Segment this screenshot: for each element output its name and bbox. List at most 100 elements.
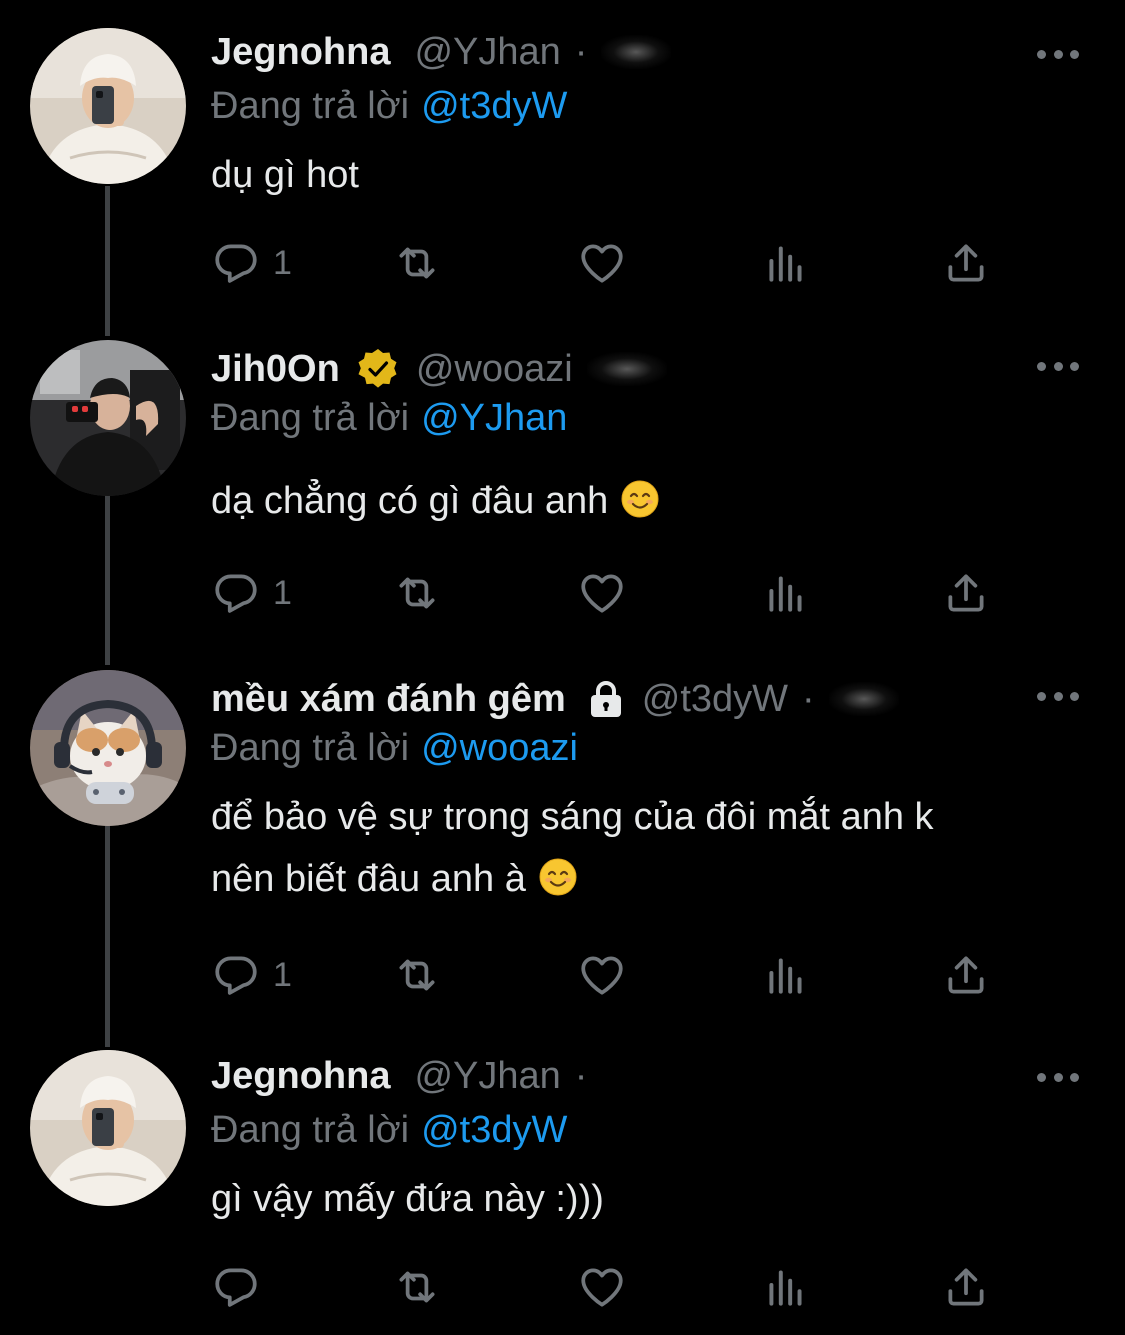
- avatar[interactable]: [30, 1050, 186, 1206]
- views-icon: [761, 238, 811, 288]
- views-icon: [761, 1262, 811, 1312]
- heart-icon: [577, 1262, 627, 1312]
- like-button[interactable]: [577, 238, 627, 288]
- retweet-button[interactable]: [392, 238, 442, 288]
- retweet-icon: [392, 1262, 442, 1312]
- tweet-text-line: dụ gì hot: [211, 154, 359, 196]
- avatar[interactable]: [30, 340, 186, 496]
- share-button[interactable]: [941, 568, 991, 618]
- display-name[interactable]: Jegnohna: [211, 1050, 390, 1102]
- like-button[interactable]: [577, 1262, 627, 1312]
- like-button[interactable]: [577, 568, 627, 618]
- reply-prefix: Đang trả lời: [211, 727, 410, 769]
- views-button[interactable]: [761, 568, 811, 618]
- retweet-icon: [392, 568, 442, 618]
- action-bar: [211, 1262, 1011, 1312]
- tweet-text-line: gì vậy mấy đứa này :))): [211, 1178, 604, 1220]
- separator-dot: ·: [574, 31, 588, 73]
- display-name[interactable]: Jegnohna: [211, 26, 390, 78]
- more-icon[interactable]: [1037, 690, 1079, 702]
- heart-icon: [577, 238, 627, 288]
- reply-icon: [211, 950, 261, 1000]
- reply-prefix: Đang trả lời: [211, 85, 410, 127]
- verified-icon[interactable]: [356, 347, 400, 391]
- display-name[interactable]: mều xám đánh gêm: [211, 673, 566, 725]
- separator-dot: ·: [574, 1055, 588, 1097]
- reply-count: 1: [273, 573, 292, 612]
- action-bar: 1: [211, 568, 1011, 618]
- share-icon: [941, 238, 991, 288]
- replying-to: Đang trả lời @YJhan: [211, 392, 567, 444]
- share-icon: [941, 950, 991, 1000]
- redacted-timestamp: [586, 352, 667, 386]
- reply-count: 1: [273, 955, 292, 994]
- user-handle[interactable]: @wooazi: [416, 343, 573, 395]
- reply-icon: [211, 1262, 261, 1312]
- more-icon[interactable]: [1037, 1071, 1079, 1083]
- retweet-button[interactable]: [392, 1262, 442, 1312]
- tweet-text: dạ chẳng có gì đâu anh: [211, 470, 1081, 532]
- smiling-face-emoji: [538, 857, 578, 897]
- share-icon: [941, 1262, 991, 1312]
- tweet-header: Jegnohna @YJhan ·: [211, 26, 1035, 78]
- avatar[interactable]: [30, 28, 186, 184]
- reply-button[interactable]: 1: [211, 238, 292, 288]
- user-handle[interactable]: @YJhan: [414, 1050, 560, 1102]
- user-handle[interactable]: @YJhan: [414, 26, 560, 78]
- reply-mention[interactable]: @YJhan: [421, 397, 567, 439]
- tweet[interactable]: Jegnohna @YJhan · Đang trả lời @t3dyW gì …: [0, 1040, 1125, 1335]
- like-button[interactable]: [577, 950, 627, 1000]
- reply-button[interactable]: [211, 1262, 273, 1312]
- more-icon[interactable]: [1037, 360, 1079, 372]
- reply-button[interactable]: 1: [211, 568, 292, 618]
- reply-prefix: Đang trả lời: [211, 1109, 410, 1151]
- avatar[interactable]: [30, 670, 186, 826]
- reply-count: 1: [273, 243, 292, 282]
- reply-prefix: Đang trả lời: [211, 397, 410, 439]
- retweet-button[interactable]: [392, 950, 442, 1000]
- replying-to: Đang trả lời @t3dyW: [211, 1104, 567, 1156]
- redacted-timestamp: [601, 35, 672, 69]
- tweet-text: để bảo vệ sự trong sáng của đôi mắt anh …: [211, 786, 1081, 910]
- retweet-icon: [392, 950, 442, 1000]
- reply-mention[interactable]: @t3dyW: [421, 85, 567, 127]
- reply-mention[interactable]: @wooazi: [421, 727, 578, 769]
- tweet-header: Jih0On @wooazi: [211, 343, 1035, 395]
- separator-dot: ·: [802, 678, 815, 720]
- tweet-header: Jegnohna @YJhan ·: [211, 1050, 1035, 1102]
- reply-mention[interactable]: @t3dyW: [421, 1109, 567, 1151]
- more-icon[interactable]: [1037, 48, 1079, 60]
- share-icon: [941, 568, 991, 618]
- heart-icon: [577, 568, 627, 618]
- lock-icon: [590, 681, 621, 717]
- tweet-header: mều xám đánh gêm @t3dyW ·: [211, 673, 1035, 725]
- tweet-text-line: dạ chẳng có gì đâu anh: [211, 480, 609, 522]
- reply-button[interactable]: 1: [211, 950, 292, 1000]
- views-button[interactable]: [761, 1262, 811, 1312]
- share-button[interactable]: [941, 238, 991, 288]
- tweet-text: dụ gì hot: [211, 144, 1081, 206]
- replying-to: Đang trả lời @t3dyW: [211, 80, 567, 132]
- action-bar: 1: [211, 950, 1011, 1000]
- display-name[interactable]: Jih0On: [211, 343, 340, 395]
- retweet-icon: [392, 238, 442, 288]
- tweet-text: gì vậy mấy đứa này :))): [211, 1168, 1081, 1230]
- retweet-button[interactable]: [392, 568, 442, 618]
- share-button[interactable]: [941, 950, 991, 1000]
- tweet-text-line: nên biết đâu anh à: [211, 858, 526, 900]
- tweet[interactable]: Jih0On @wooazi Đang trả lời @YJhan dạ chẳ…: [0, 330, 1125, 660]
- share-button[interactable]: [941, 1262, 991, 1312]
- views-button[interactable]: [761, 238, 811, 288]
- smiling-face-emoji: [620, 479, 660, 519]
- tweet[interactable]: Jegnohna @YJhan · Đang trả lời @t3dyW dụ …: [0, 0, 1125, 330]
- redacted-timestamp: [828, 682, 899, 716]
- reply-icon: [211, 568, 261, 618]
- user-handle[interactable]: @t3dyW: [642, 673, 788, 725]
- views-button[interactable]: [761, 950, 811, 1000]
- views-icon: [761, 950, 811, 1000]
- replying-to: Đang trả lời @wooazi: [211, 722, 578, 774]
- tweet[interactable]: mều xám đánh gêm @t3dyW · Đang trả lời @w…: [0, 660, 1125, 1040]
- heart-icon: [577, 950, 627, 1000]
- views-icon: [761, 568, 811, 618]
- action-bar: 1: [211, 238, 1011, 288]
